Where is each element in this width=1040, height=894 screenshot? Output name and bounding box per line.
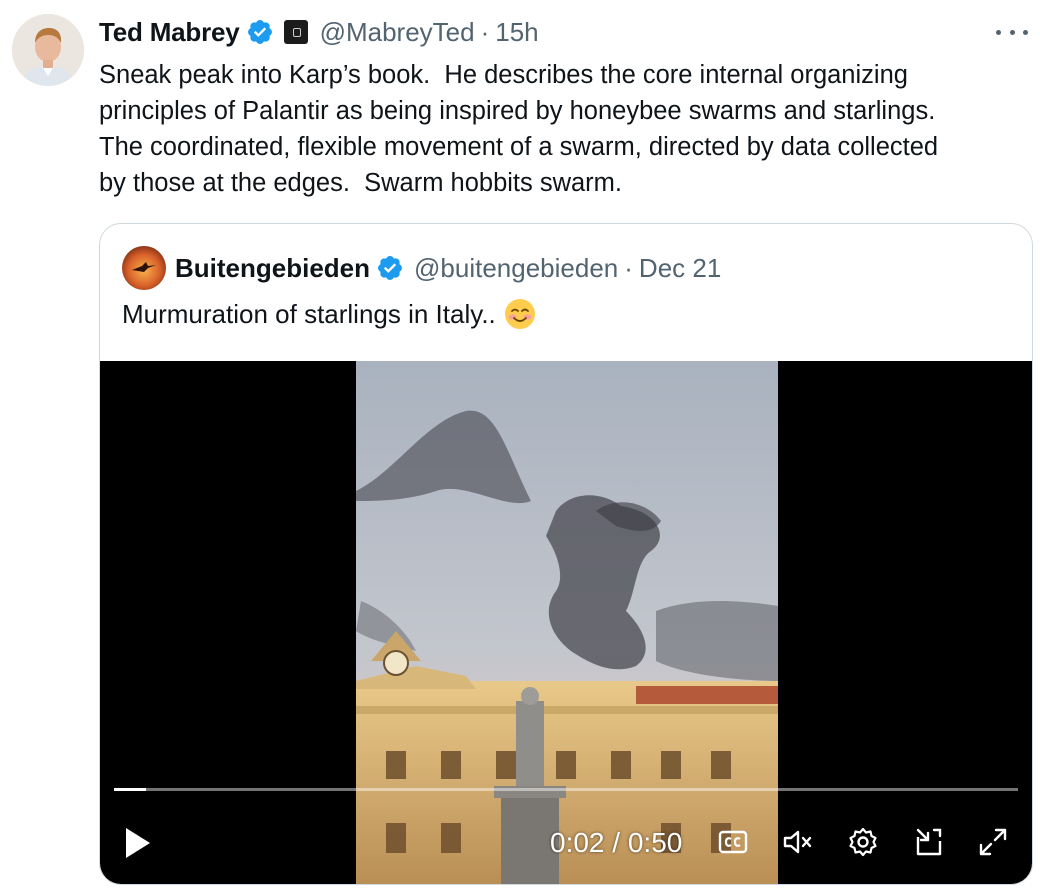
quoted-tweet-date[interactable]: Dec 21: [639, 253, 721, 284]
author-avatar[interactable]: [12, 14, 84, 86]
quoted-tweet-text-row: Murmuration of starlings in Italy..: [122, 296, 536, 332]
current-time: 0:02: [550, 827, 605, 858]
tweet-text: Sneak peak into Karp’s book. He describe…: [99, 61, 939, 197]
smiling-face-emoji-icon: [504, 298, 536, 330]
video-progress-fill: [114, 788, 146, 791]
more-dots-icon[interactable]: [996, 18, 1028, 46]
quoted-tweet-header: Buitengebieden @buitengebieden · Dec 21: [122, 246, 721, 290]
quoted-author-name[interactable]: Buitengebieden: [175, 253, 370, 284]
separator-dot: ·: [624, 252, 633, 283]
tweet-timestamp[interactable]: 15h: [495, 17, 538, 48]
fullscreen-icon[interactable]: [976, 825, 1010, 859]
video-timecode: 0:02 / 0:50: [550, 825, 682, 861]
quoted-author-avatar[interactable]: [122, 246, 166, 290]
muted-speaker-icon[interactable]: [780, 825, 814, 859]
tweet-header: Ted Mabrey @MabreyTed · 15h: [99, 14, 1040, 50]
separator-dot: ·: [480, 16, 490, 47]
play-icon[interactable]: [122, 825, 154, 861]
picture-in-picture-icon[interactable]: [912, 825, 946, 859]
time-separator: /: [612, 827, 621, 858]
verified-badge-icon[interactable]: [246, 18, 274, 46]
quoted-tweet[interactable]: Buitengebieden @buitengebieden · Dec 21 …: [99, 223, 1033, 885]
gear-icon[interactable]: [846, 825, 880, 859]
video-progress-bar[interactable]: [114, 788, 1018, 791]
author-handle[interactable]: @MabreyTed: [320, 17, 475, 48]
affiliation-badge-icon[interactable]: [283, 20, 308, 44]
quoted-tweet-text: Murmuration of starlings in Italy..: [122, 299, 496, 329]
video-controls: 0:02 / 0:50: [100, 811, 1032, 877]
captions-icon[interactable]: [716, 825, 750, 859]
quoted-author-handle[interactable]: @buitengebieden: [414, 253, 618, 284]
duration: 0:50: [627, 827, 683, 858]
video-frame[interactable]: [356, 361, 778, 884]
video-player[interactable]: 0:02 / 0:50: [100, 361, 1032, 884]
author-name[interactable]: Ted Mabrey: [99, 17, 240, 48]
verified-badge-icon[interactable]: [376, 254, 404, 282]
